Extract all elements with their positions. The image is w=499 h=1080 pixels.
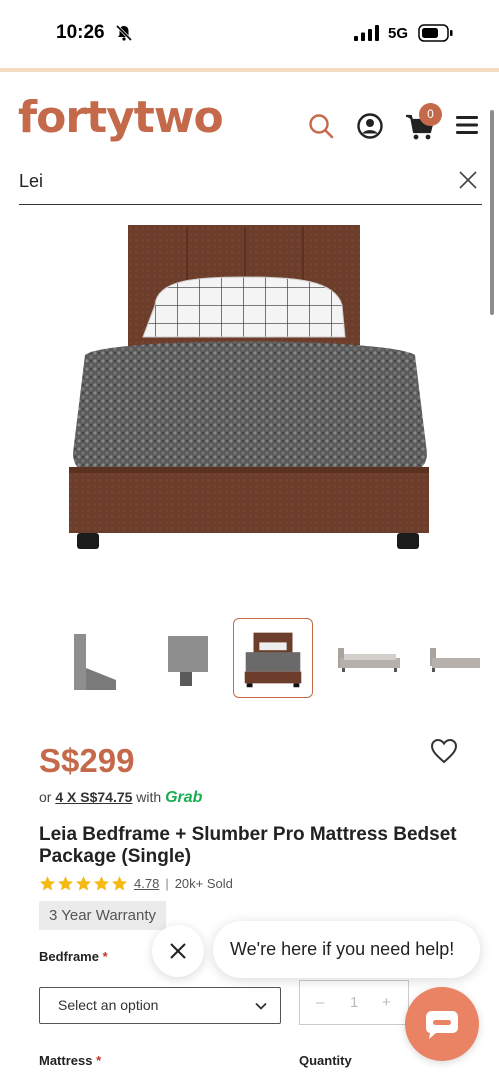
bell-muted-icon: [115, 24, 133, 42]
product-main-image[interactable]: [45, 215, 455, 575]
quantity-decrement-button[interactable]: –: [316, 994, 324, 1011]
star-icon: [76, 875, 91, 890]
installment-info: or 4 X S$74.75 with Grab: [39, 789, 202, 807]
search-icon[interactable]: [307, 112, 335, 140]
quantity-increment-button[interactable]: +: [382, 994, 391, 1011]
close-icon: [170, 943, 186, 959]
quantity-stepper[interactable]: – 1 +: [299, 980, 409, 1025]
bedframe-label: Bedframe *: [39, 949, 108, 964]
thumbnail-5[interactable]: [418, 618, 498, 698]
account-icon[interactable]: [356, 112, 384, 140]
cart-count-badge: 0: [419, 103, 442, 126]
chat-greeting-bubble[interactable]: We're here if you need help!: [213, 921, 480, 978]
thumbnail-4[interactable]: [328, 618, 408, 698]
close-icon[interactable]: [457, 169, 479, 191]
thumbnail-3[interactable]: [233, 618, 313, 698]
network-label: 5G: [388, 25, 409, 42]
required-mark: *: [96, 1053, 102, 1068]
rating-row: 4.78 | 20k+ Sold: [39, 874, 233, 892]
rating-separator: |: [165, 875, 169, 891]
grab-logo: Grab: [165, 789, 203, 806]
star-icon: [94, 875, 109, 890]
status-time: 10:26: [56, 22, 105, 43]
product-price: S$299: [39, 742, 135, 779]
product-title: Leia Bedframe + Slumber Pro Mattress Bed…: [39, 824, 457, 867]
bedframe-label-text: Bedframe: [39, 949, 99, 964]
quantity-label: Quantity: [299, 1053, 352, 1068]
installment-with: with: [136, 789, 162, 805]
bedframe-select[interactable]: Select an option: [39, 987, 281, 1024]
star-icon: [112, 875, 127, 890]
thumbnail-strip: [40, 618, 480, 700]
mattress-label-text: Mattress: [39, 1053, 93, 1068]
star-icon: [40, 875, 55, 890]
search-bar: [19, 160, 482, 205]
heart-icon[interactable]: [430, 738, 458, 764]
status-bar: 10:26 5G: [0, 0, 499, 68]
battery-icon: [418, 24, 453, 42]
rating-value-link[interactable]: 4.78: [134, 876, 159, 891]
thumbnail-2[interactable]: [144, 618, 224, 698]
chevron-down-icon: [255, 1002, 267, 1010]
rating-stars: [39, 875, 128, 892]
menu-icon[interactable]: [456, 115, 478, 135]
chat-launcher-button[interactable]: [405, 987, 479, 1061]
chat-icon: [426, 1011, 458, 1039]
sold-count: 20k+ Sold: [174, 875, 233, 891]
star-icon: [58, 875, 73, 890]
page-scrollbar[interactable]: [490, 110, 494, 315]
signal-icon: [354, 25, 379, 41]
brand-logo[interactable]: fortytwo: [18, 92, 224, 143]
warranty-badge: 3 Year Warranty: [39, 901, 166, 930]
quantity-value[interactable]: 1: [350, 994, 358, 1011]
thumbnail-1[interactable]: [50, 618, 130, 698]
chat-dismiss-button[interactable]: [152, 925, 204, 977]
installment-amount-link[interactable]: 4 X S$74.75: [55, 789, 132, 805]
installment-prefix: or: [39, 789, 52, 805]
bedframe-select-value: Select an option: [58, 997, 159, 1013]
site-header: fortytwo 0: [0, 72, 499, 164]
search-input[interactable]: [19, 168, 439, 194]
mattress-label: Mattress *: [39, 1053, 101, 1068]
required-mark: *: [102, 949, 108, 964]
